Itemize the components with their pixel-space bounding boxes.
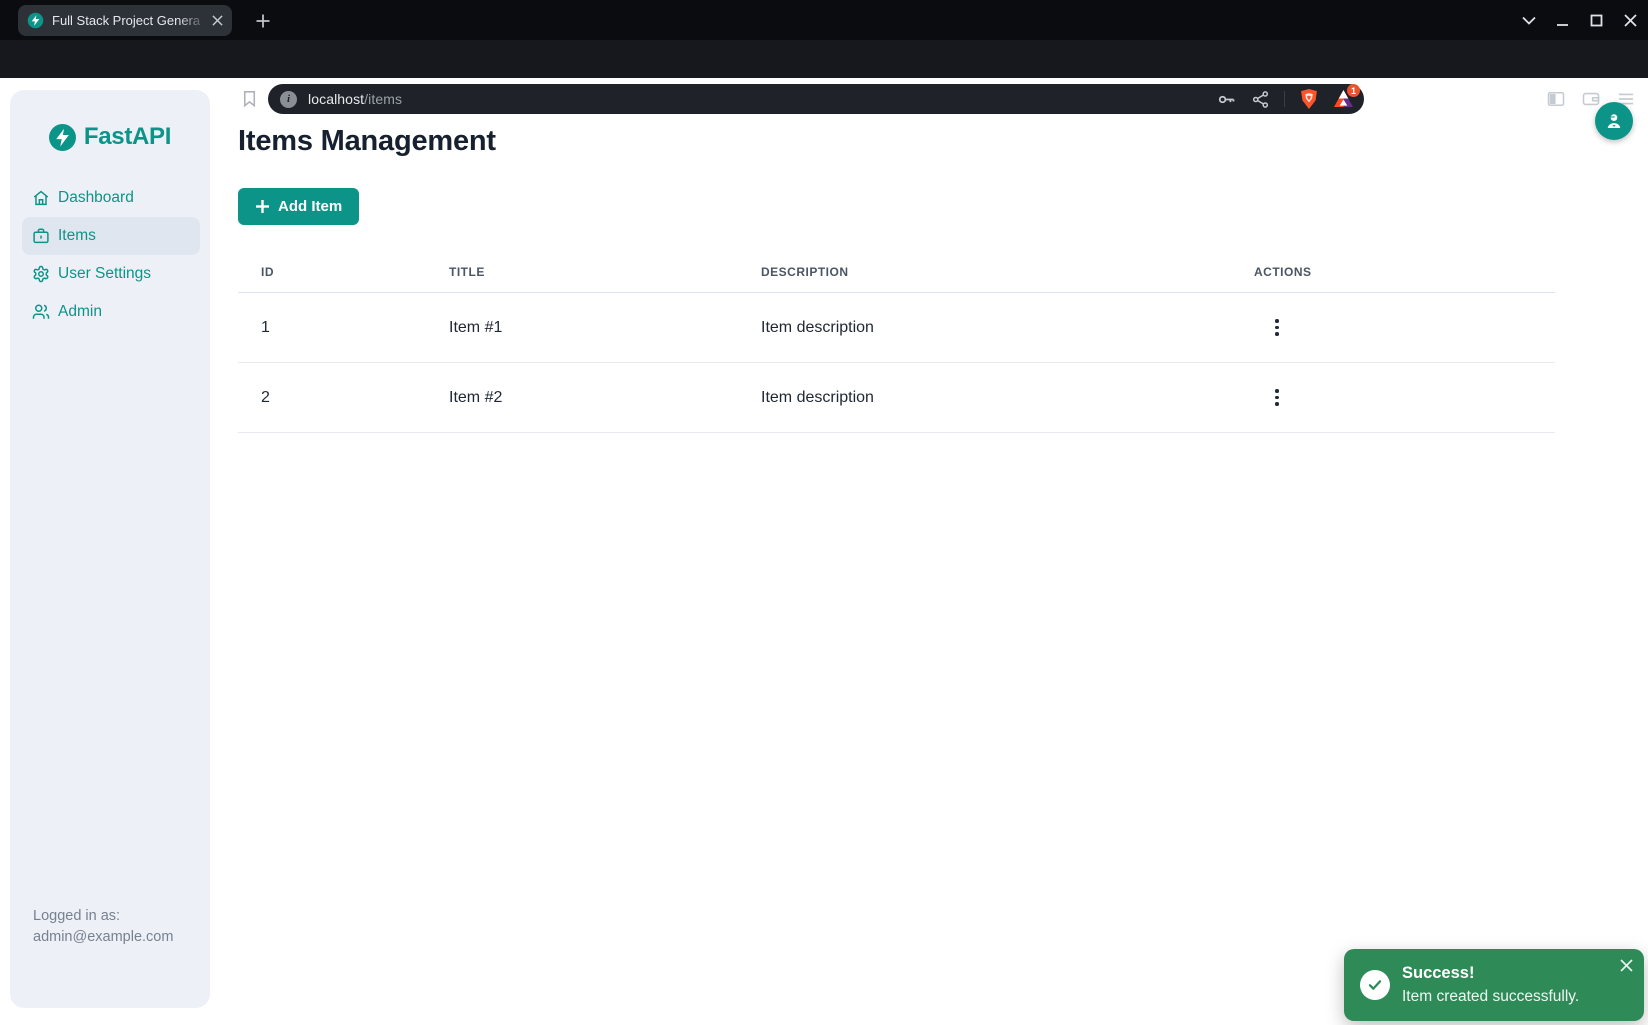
sidebar-item-label: Dashboard [58, 189, 134, 207]
cell-id: 2 [238, 389, 449, 407]
sidebar-item-items[interactable]: Items [22, 217, 200, 255]
plus-icon [256, 14, 270, 28]
app-logo: FastAPI [10, 123, 210, 151]
briefcase-icon [32, 227, 50, 245]
row-actions-menu-button[interactable] [1264, 385, 1290, 411]
main-content: Items Management Add Item ID TITLE DESCR… [238, 78, 1648, 433]
new-tab-button[interactable] [250, 9, 276, 33]
cell-title: Item #2 [449, 389, 761, 407]
kebab-menu-icon [1275, 319, 1279, 323]
success-toast: Success! Item created successfully. [1344, 949, 1644, 1021]
plus-icon [255, 199, 270, 214]
column-header-title: TITLE [449, 265, 761, 283]
cell-description: Item description [761, 389, 1254, 407]
logged-in-email: admin@example.com [33, 927, 173, 948]
minimize-icon[interactable] [1553, 11, 1572, 30]
app-sidebar: FastAPI Dashboard Items User Settings Ad… [10, 90, 210, 1008]
close-window-icon[interactable] [1621, 11, 1640, 30]
cell-description: Item description [761, 319, 1254, 337]
cell-title: Item #1 [449, 319, 761, 337]
check-circle-icon [1360, 970, 1390, 1000]
gear-icon [32, 265, 50, 283]
add-item-button[interactable]: Add Item [238, 188, 359, 225]
browser-tab[interactable]: Full Stack Project Genera [18, 5, 232, 36]
home-icon [32, 189, 50, 207]
logged-in-info: Logged in as: admin@example.com [33, 906, 173, 948]
table-row: 2 Item #2 Item description [238, 363, 1555, 433]
cell-id: 1 [238, 319, 449, 337]
kebab-menu-icon [1275, 389, 1279, 393]
sidebar-nav: Dashboard Items User Settings Admin [22, 179, 200, 331]
logged-in-label: Logged in as: [33, 906, 173, 927]
tab-close-icon[interactable] [208, 12, 226, 30]
user-icon [1603, 110, 1625, 132]
user-avatar-button[interactable] [1595, 102, 1633, 140]
tab-title: Full Stack Project Genera [52, 13, 208, 28]
toast-message: Item created successfully. [1402, 985, 1579, 1008]
sidebar-item-dashboard[interactable]: Dashboard [22, 179, 200, 217]
items-table: ID TITLE DESCRIPTION ACTIONS 1 Item #1 I… [238, 256, 1555, 433]
fastapi-favicon-icon [27, 12, 44, 29]
add-item-label: Add Item [278, 198, 342, 215]
column-header-id: ID [238, 265, 449, 283]
row-actions-menu-button[interactable] [1264, 315, 1290, 341]
table-header-row: ID TITLE DESCRIPTION ACTIONS [238, 256, 1555, 293]
app-logo-text: FastAPI [84, 123, 171, 151]
sidebar-item-label: Items [58, 227, 96, 245]
tab-search-chevron-icon[interactable] [1519, 11, 1538, 30]
users-icon [32, 303, 50, 321]
maximize-icon[interactable] [1587, 11, 1606, 30]
sidebar-item-admin[interactable]: Admin [22, 293, 200, 331]
browser-toolbar: i localhost/items 1 [0, 40, 1648, 78]
table-row: 1 Item #1 Item description [238, 293, 1555, 363]
column-header-actions: ACTIONS [1254, 265, 1555, 283]
fastapi-bolt-icon [49, 124, 76, 151]
toast-title: Success! [1402, 962, 1579, 985]
toast-close-icon[interactable] [1617, 956, 1635, 974]
browser-tab-strip: Full Stack Project Genera [0, 0, 1648, 40]
page-title: Items Management [238, 125, 1648, 158]
column-header-description: DESCRIPTION [761, 265, 1254, 283]
sidebar-item-label: User Settings [58, 265, 151, 283]
sidebar-item-label: Admin [58, 303, 102, 321]
sidebar-item-user-settings[interactable]: User Settings [22, 255, 200, 293]
